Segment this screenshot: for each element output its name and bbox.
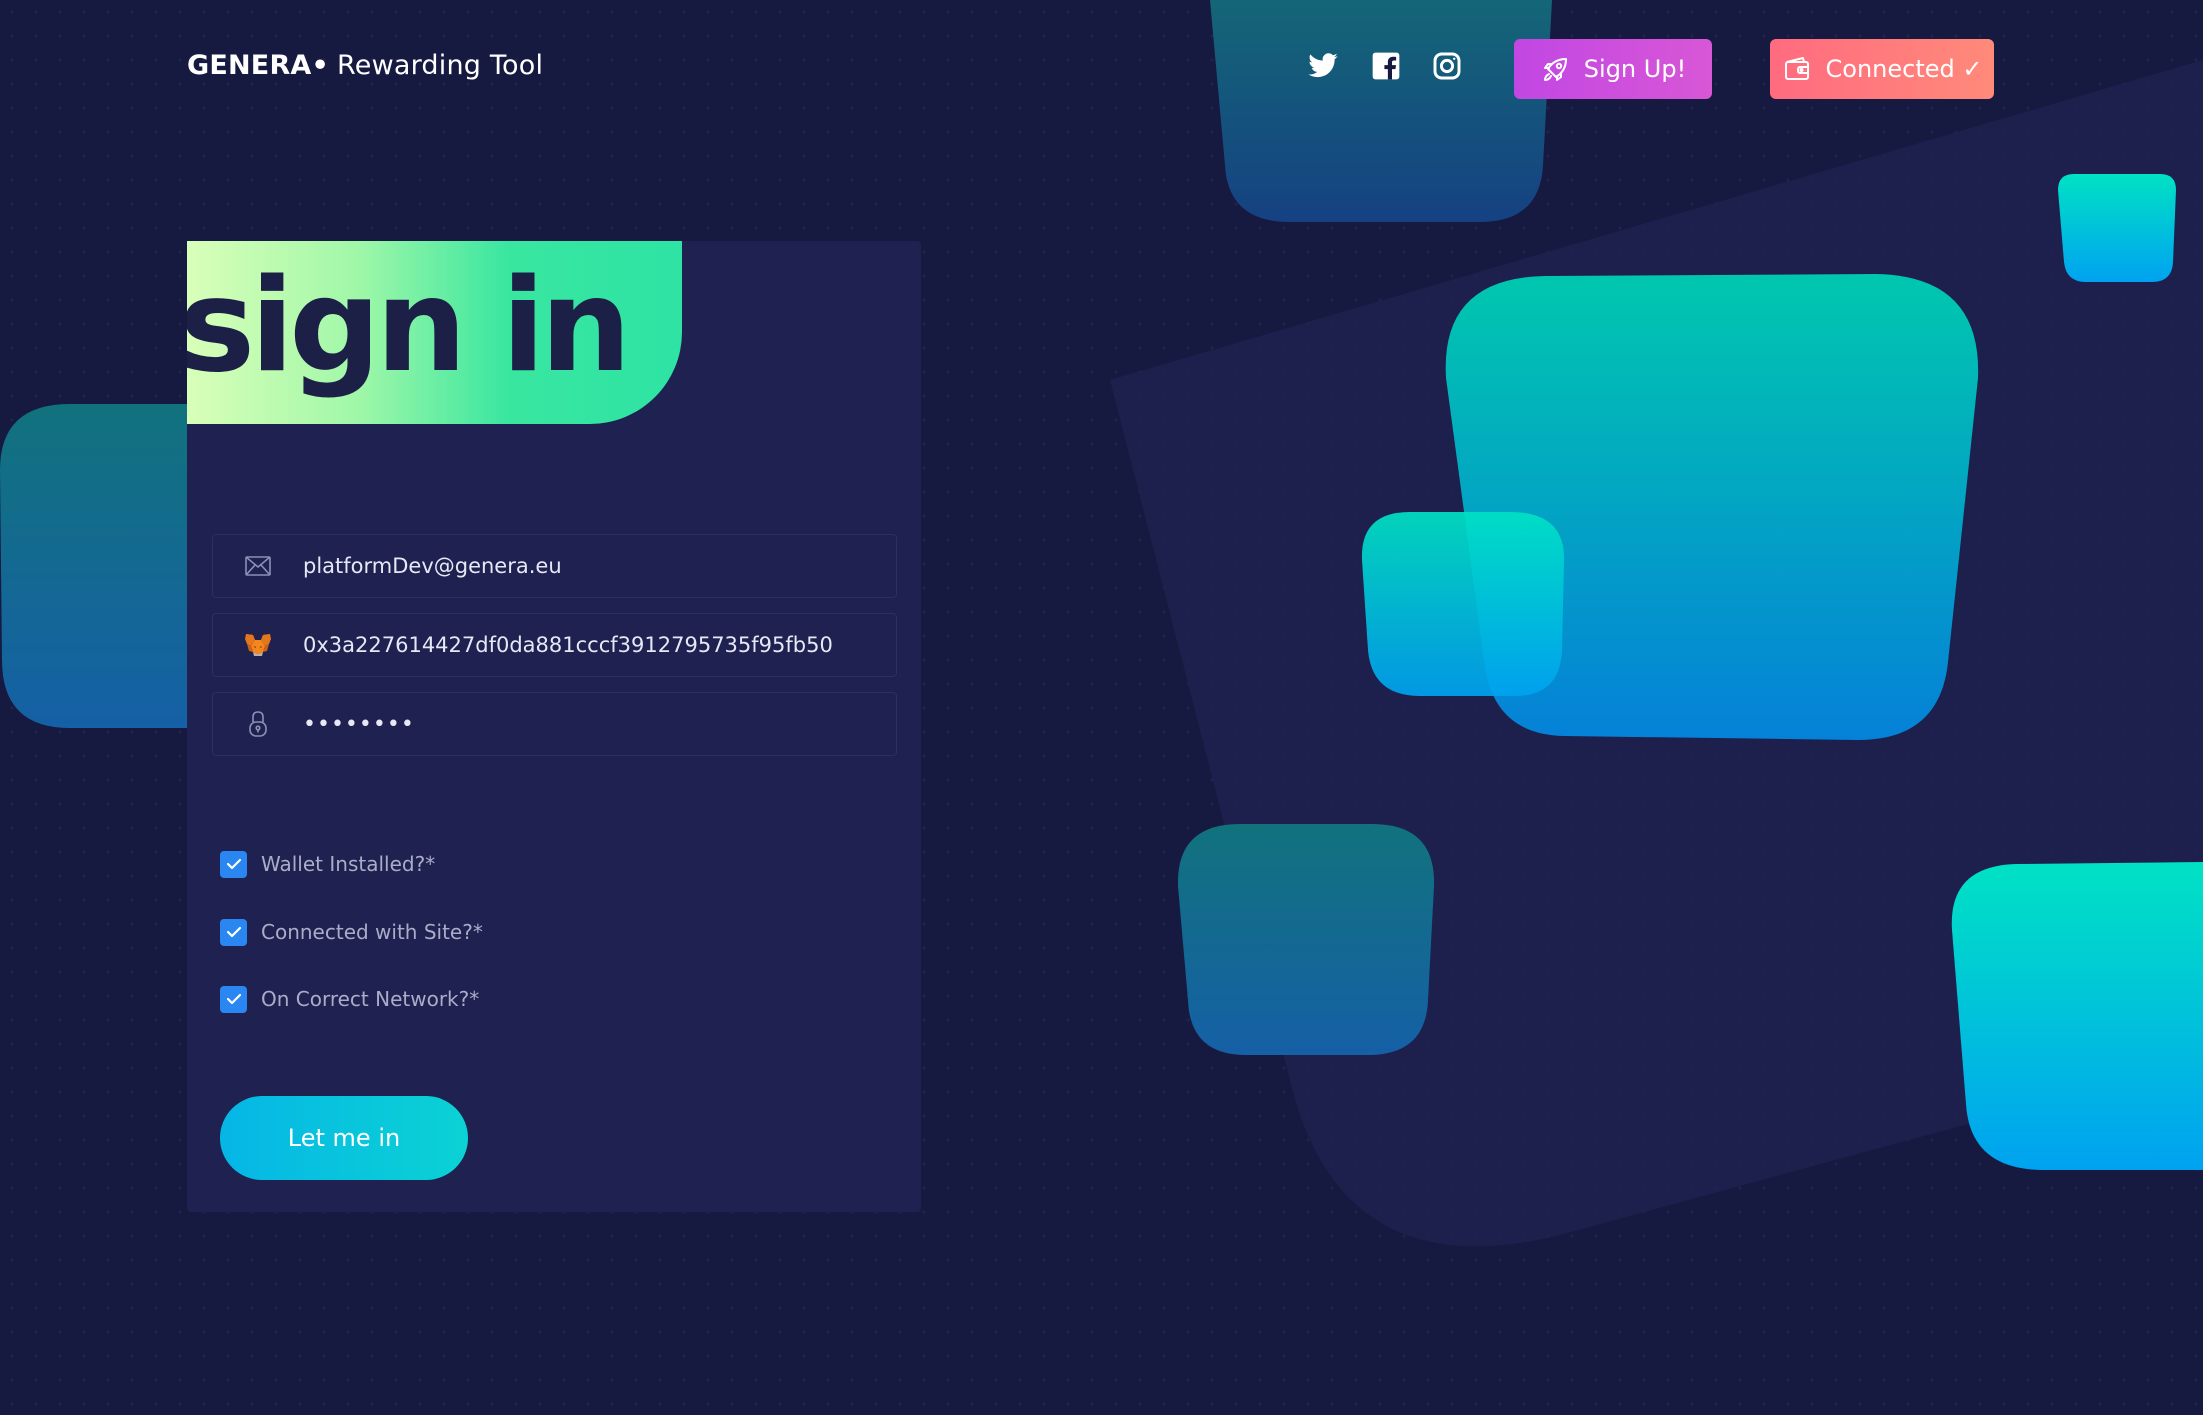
check-connected-with-site[interactable]: Connected with Site?* (220, 917, 483, 947)
check-label: Wallet Installed?* (261, 852, 436, 876)
password-field[interactable] (303, 694, 896, 754)
instagram-icon[interactable] (1429, 48, 1465, 84)
signin-banner: sign in (187, 241, 682, 424)
let-me-in-button[interactable]: Let me in (220, 1096, 468, 1180)
envelope-icon (213, 534, 303, 598)
password-field-wrapper (212, 692, 897, 756)
connected-label: Connected ✓ (1825, 55, 1983, 83)
brand-name: GENERA (187, 50, 312, 81)
brand-logo[interactable]: GENERA• Rewarding Tool (187, 50, 543, 81)
wallet-connected-button[interactable]: Connected ✓ (1770, 39, 1994, 99)
wallet-field-wrapper (212, 613, 897, 677)
rocket-icon (1540, 53, 1572, 85)
twitter-icon[interactable] (1305, 48, 1341, 84)
checkbox-checked[interactable] (220, 918, 247, 946)
wallet-address-field[interactable] (303, 615, 896, 675)
check-correct-network[interactable]: On Correct Network?* (220, 984, 479, 1014)
check-label: Connected with Site?* (261, 920, 483, 944)
page: GENERA• Rewarding Tool Sign Up! Connecte… (0, 0, 2203, 1415)
checkbox-checked[interactable] (220, 985, 247, 1013)
check-label: On Correct Network?* (261, 987, 480, 1011)
signup-button[interactable]: Sign Up! (1514, 39, 1712, 99)
brand-subtitle: Rewarding Tool (337, 50, 544, 81)
metamask-fox-icon (213, 613, 303, 677)
email-field-wrapper (212, 534, 897, 598)
lock-icon (213, 692, 303, 756)
signin-title: sign in (187, 252, 631, 401)
facebook-icon[interactable] (1368, 48, 1404, 84)
email-field[interactable] (303, 536, 896, 596)
check-wallet-installed[interactable]: Wallet Installed?* (220, 849, 435, 879)
brand-dot: • (311, 50, 330, 81)
wallet-icon (1782, 53, 1814, 85)
checkbox-checked[interactable] (220, 850, 247, 878)
signup-label: Sign Up! (1583, 55, 1687, 83)
signin-card: sign in platformDev@genera.eu 0x3a227614… (187, 241, 921, 1212)
